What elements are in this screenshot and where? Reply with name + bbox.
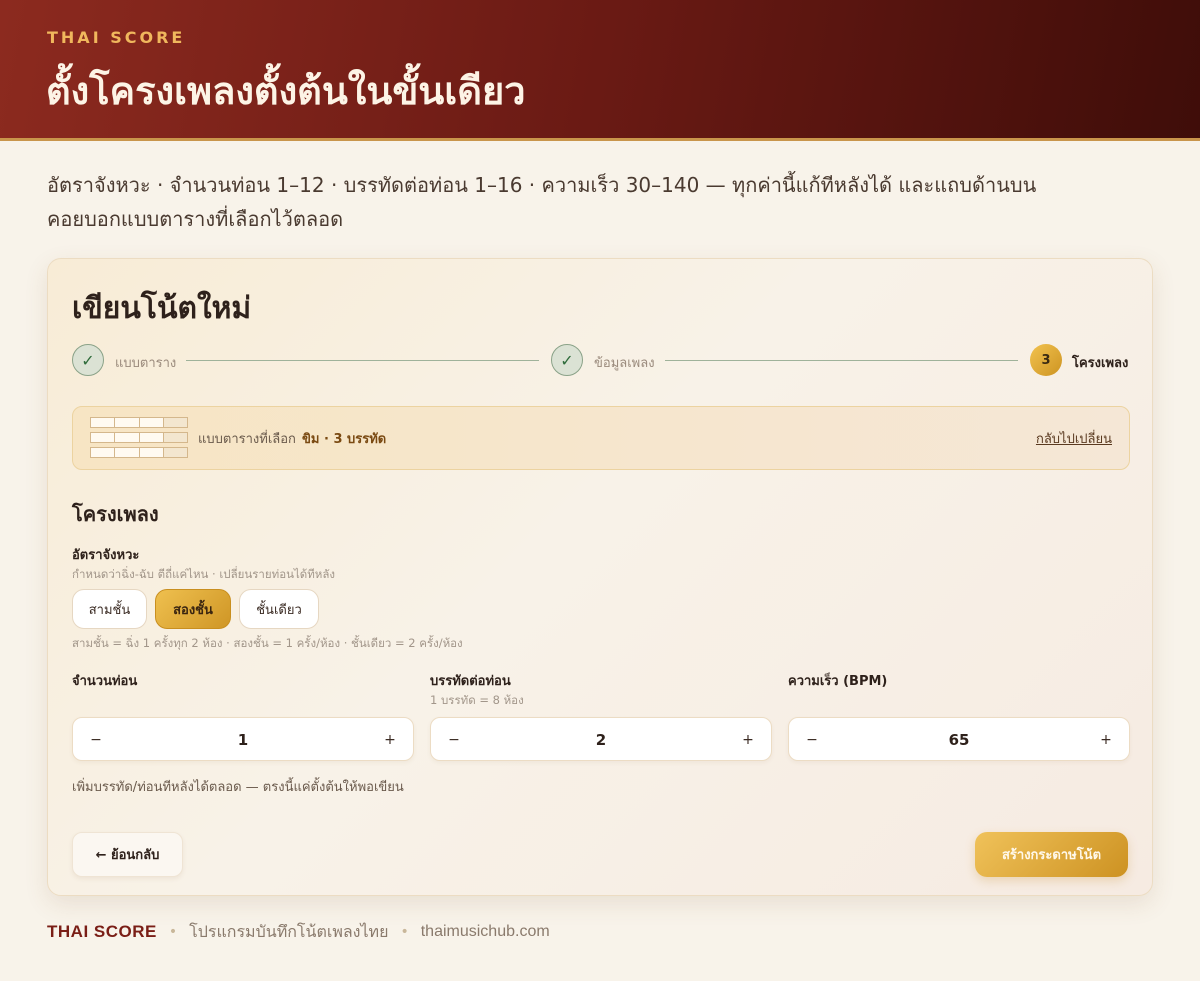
- footer-site-link[interactable]: thaimusichub.com: [421, 923, 550, 941]
- create-score-button[interactable]: สร้างกระดาษโน้ต: [975, 832, 1128, 877]
- decrement-button[interactable]: −: [84, 728, 108, 752]
- bpm-label: ความเร็ว (BPM): [788, 674, 888, 689]
- new-score-card: เขียนโน้ตใหม่ ✓ แบบตาราง ✓ ข้อมูลเพลง 3 …: [47, 258, 1153, 896]
- increment-button[interactable]: +: [1094, 728, 1118, 752]
- tempo-footnote: สามชั้น = ฉิ่ง 1 ครั้งทุก 2 ห้อง · สองชั…: [72, 636, 463, 650]
- bpm-value[interactable]: 65: [829, 728, 1089, 752]
- back-button[interactable]: ← ย้อนกลับ: [72, 832, 183, 877]
- tempo-option-song-chan[interactable]: สองชั้น: [155, 589, 231, 629]
- step-1-label: แบบตาราง: [115, 356, 177, 371]
- lines-per-section-value[interactable]: 2: [471, 728, 731, 752]
- step-1-check-icon: ✓: [72, 344, 104, 376]
- selected-layout-label: แบบตารางที่เลือก: [198, 432, 296, 447]
- page-footer: THAI SCORE • โปรแกรมบันทึกโน้ตเพลงไทย • …: [47, 921, 550, 943]
- page-header: THAI SCORE ตั้งโครงเพลงตั้งต้นในขั้นเดีย…: [0, 0, 1200, 141]
- lines-per-section-label: บรรทัดต่อท่อน: [430, 674, 511, 689]
- step-3-number: 3: [1030, 344, 1062, 376]
- tempo-hint: กำหนดว่าฉิ่ง-ฉับ ตีถี่แค่ไหน · เปลี่ยนรา…: [72, 567, 336, 581]
- step-3-label: โครงเพลง: [1072, 356, 1129, 371]
- step-2-check-icon: ✓: [551, 344, 583, 376]
- tempo-option-sam-chan[interactable]: สามชั้น: [72, 589, 147, 629]
- increment-button[interactable]: +: [378, 728, 402, 752]
- page-title: ตั้งโครงเพลงตั้งต้นในขั้นเดียว: [46, 69, 526, 113]
- change-layout-link[interactable]: กลับไปเปลี่ยน: [1036, 428, 1112, 449]
- lines-per-section-hint: 1 บรรทัด = 8 ห้อง: [430, 693, 524, 707]
- step-connector: [665, 360, 1018, 361]
- sections-count-value[interactable]: 1: [113, 728, 373, 752]
- increment-button[interactable]: +: [736, 728, 760, 752]
- lines-per-section-stepper: − 2 +: [430, 717, 772, 761]
- selected-layout-value: ขิม · 3 บรรทัด: [302, 432, 387, 447]
- page-description: อัตราจังหวะ · จำนวนท่อน 1–12 · บรรทัดต่อ…: [47, 173, 1037, 231]
- separator-dot-icon: •: [168, 924, 178, 940]
- card-title: เขียนโน้ตใหม่: [72, 291, 252, 326]
- step-connector: [186, 360, 539, 361]
- selected-layout-banner: แบบตารางที่เลือก ขิม · 3 บรรทัด กลับไปเป…: [72, 406, 1130, 470]
- tempo-label: อัตราจังหวะ: [72, 548, 140, 563]
- decrement-button[interactable]: −: [442, 728, 466, 752]
- brand-kicker: THAI SCORE: [47, 28, 186, 47]
- decrement-button[interactable]: −: [800, 728, 824, 752]
- tempo-option-chan-diao[interactable]: ชั้นเดียว: [239, 589, 319, 629]
- section-title: โครงเพลง: [72, 502, 159, 526]
- layout-thumbnail-icon: [90, 417, 188, 462]
- footer-brand: THAI SCORE: [47, 922, 157, 941]
- step-2-label: ข้อมูลเพลง: [594, 356, 655, 371]
- separator-dot-icon: •: [400, 924, 409, 940]
- sections-count-label: จำนวนท่อน: [72, 674, 138, 689]
- footer-tagline: โปรแกรมบันทึกโน้ตเพลงไทย: [189, 923, 389, 941]
- structure-note: เพิ่มบรรทัด/ท่อนทีหลังได้ตลอด — ตรงนี้แค…: [72, 780, 404, 795]
- sections-count-stepper: − 1 +: [72, 717, 414, 761]
- bpm-stepper: − 65 +: [788, 717, 1130, 761]
